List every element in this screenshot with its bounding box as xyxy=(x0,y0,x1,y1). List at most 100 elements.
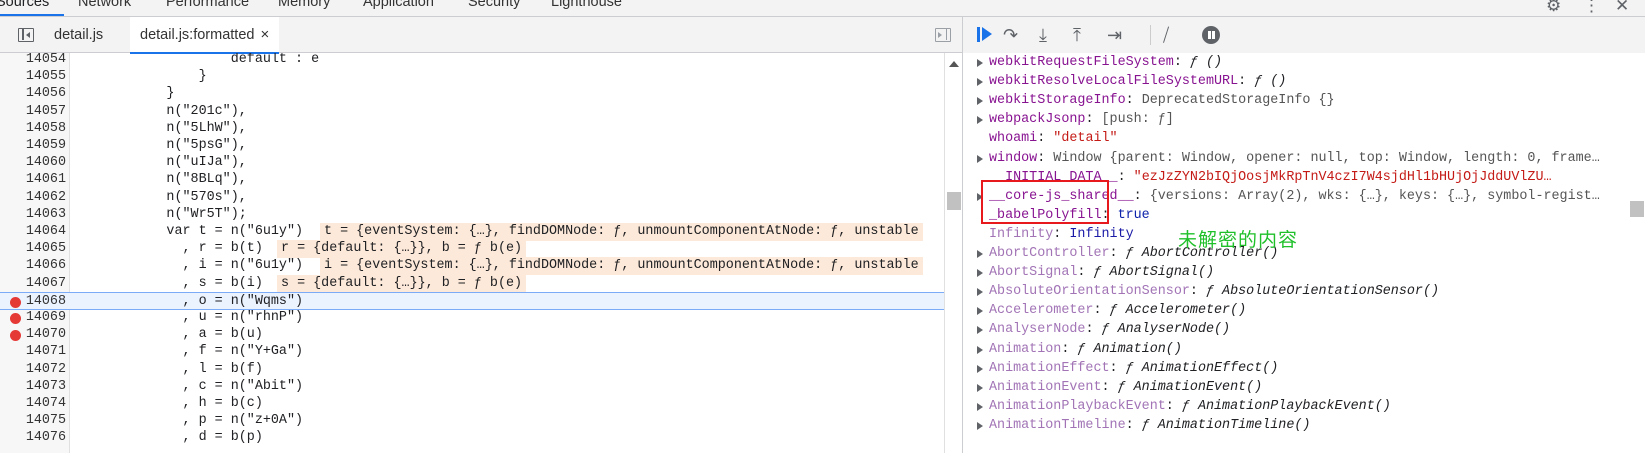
expand-arrow-icon[interactable] xyxy=(977,307,983,316)
code-line[interactable]: 14059 n("5psG"), xyxy=(0,137,944,155)
line-number[interactable]: 14056 xyxy=(0,85,66,103)
line-number[interactable]: 14061 xyxy=(0,171,66,189)
code-line[interactable]: 14076 , d = b(p) xyxy=(0,429,944,447)
code-editor[interactable]: 14054 default : e 14055 } 14056 } 14057 n("… xyxy=(0,53,962,453)
line-number[interactable]: 14066 xyxy=(0,257,66,275)
tab-network[interactable]: Network xyxy=(78,0,131,10)
scope-property[interactable]: AnimationPlaybackEvent: ƒ AnimationPlayb… xyxy=(977,397,1617,417)
line-number[interactable]: 14055 xyxy=(0,68,66,86)
step-into-icon[interactable]: ⤓ xyxy=(1039,26,1047,44)
close-tab-icon[interactable]: × xyxy=(260,26,269,43)
code-line[interactable]: 14065 , r = b(t) r = {default: {…}}, b = … xyxy=(0,240,944,259)
tab-memory[interactable]: Memory xyxy=(278,0,330,10)
code-line[interactable]: 14057 n("201c"), xyxy=(0,103,944,121)
code-line[interactable]: 14060 n("uIJa"), xyxy=(0,154,944,172)
code-line[interactable]: 14064 var t = n("6u1y") t = {eventSystem:… xyxy=(0,223,944,241)
expand-arrow-icon[interactable] xyxy=(977,345,983,354)
expand-arrow-icon[interactable] xyxy=(977,154,983,163)
expand-arrow-icon[interactable] xyxy=(977,383,983,392)
step-over-icon[interactable]: ↷ xyxy=(1003,26,1018,44)
scope-property[interactable]: AnimationEvent: ƒ AnimationEvent() xyxy=(977,378,1617,398)
line-number[interactable]: 14060 xyxy=(0,154,66,172)
code-line[interactable]: 14073 , c = n("Abit") xyxy=(0,378,944,396)
code-line[interactable]: 14055 } xyxy=(0,68,944,86)
code-line[interactable]: 14075 , p = n("z+0A") xyxy=(0,412,944,430)
code-line[interactable]: 14056 } xyxy=(0,85,944,103)
scope-property[interactable]: webpackJsonp: [push: ƒ] xyxy=(977,110,1617,130)
scope-property[interactable]: webkitRequestFileSystem: ƒ () xyxy=(977,53,1617,73)
code-line[interactable]: 14061 n("8BLq"), xyxy=(0,171,944,189)
toggle-debugger-icon[interactable] xyxy=(935,28,951,42)
expand-arrow-icon[interactable] xyxy=(977,421,983,430)
line-number[interactable]: 14064 xyxy=(0,223,66,241)
code-line[interactable]: 14066 , i = n("6u1y") i = {eventSystem: {… xyxy=(0,257,944,276)
expand-arrow-icon[interactable] xyxy=(977,116,983,125)
scroll-up-icon[interactable] xyxy=(949,61,959,67)
line-number[interactable]: 14075 xyxy=(0,412,66,430)
line-number[interactable]: 14073 xyxy=(0,378,66,396)
code-line[interactable]: 14074 , h = b(c) xyxy=(0,395,944,413)
tab-lighthouse[interactable]: Lighthouse xyxy=(551,0,622,10)
scope-property[interactable]: webkitResolveLocalFileSystemURL: ƒ () xyxy=(977,72,1617,92)
scope-property[interactable]: whoami: "detail" xyxy=(977,129,1617,149)
line-number[interactable]: 14057 xyxy=(0,103,66,121)
tab-security[interactable]: Security xyxy=(468,0,520,10)
step-out-icon[interactable]: ⤒ xyxy=(1073,26,1081,44)
line-number[interactable]: 14058 xyxy=(0,120,66,138)
expand-arrow-icon[interactable] xyxy=(977,326,983,335)
expand-arrow-icon[interactable] xyxy=(977,364,983,373)
line-number[interactable]: 14071 xyxy=(0,343,66,361)
line-number[interactable]: 14062 xyxy=(0,189,66,207)
pause-on-exceptions-icon[interactable] xyxy=(1202,26,1220,44)
expand-arrow-icon[interactable] xyxy=(977,250,983,258)
expand-arrow-icon[interactable] xyxy=(977,402,983,411)
line-number[interactable]: 14076 xyxy=(0,429,66,447)
expand-arrow-icon[interactable] xyxy=(977,59,983,67)
line-number[interactable]: 14074 xyxy=(0,395,66,413)
expand-arrow-icon[interactable] xyxy=(977,288,983,297)
scope-property[interactable]: window: Window {parent: Window, opener: … xyxy=(977,149,1617,169)
line-number[interactable]: 14054 xyxy=(0,53,66,69)
tab-application[interactable]: Application xyxy=(363,0,434,10)
scope-property[interactable]: AnalyserNode: ƒ AnalyserNode() xyxy=(977,320,1617,340)
expand-arrow-icon[interactable] xyxy=(977,78,983,87)
code-line[interactable]: 14067 , s = b(i) s = {default: {…}}, b = … xyxy=(0,274,944,293)
scope-property[interactable]: AbortSignal: ƒ AbortSignal() xyxy=(977,263,1617,283)
tab-sources[interactable]: Sources xyxy=(0,0,49,10)
more-vertical-icon[interactable]: ⋮ xyxy=(1583,0,1600,16)
expand-arrow-icon[interactable] xyxy=(977,269,983,278)
scope-property[interactable]: AnimationEffect: ƒ AnimationEffect() xyxy=(977,359,1617,379)
scrollbar-thumb[interactable] xyxy=(1630,201,1644,217)
code-line[interactable]: 14069 , u = n("rhnP") xyxy=(0,309,944,327)
line-number[interactable]: 14067 xyxy=(0,275,66,293)
gear-icon[interactable]: ⚙ xyxy=(1546,0,1561,16)
deactivate-breakpoints-icon[interactable]: ⧸ xyxy=(1163,26,1169,44)
line-number[interactable]: 14059 xyxy=(0,137,66,155)
toggle-navigator-icon[interactable] xyxy=(18,28,34,42)
line-number[interactable]: 14063 xyxy=(0,206,66,224)
scope-property[interactable]: Animation: ƒ Animation() xyxy=(977,340,1617,360)
file-tab-detail-js[interactable]: detail.js xyxy=(44,17,113,53)
scope-property[interactable]: webkitStorageInfo: DeprecatedStorageInfo… xyxy=(977,91,1617,111)
step-icon[interactable]: ⇥ xyxy=(1107,26,1122,44)
tab-performance[interactable]: Performance xyxy=(166,0,249,10)
scrollbar-thumb[interactable] xyxy=(947,192,961,210)
code-line[interactable]: 14072 , l = b(f) xyxy=(0,361,944,379)
code-line[interactable]: 14070 , a = b(u) xyxy=(0,326,944,344)
expand-arrow-icon[interactable] xyxy=(977,97,983,106)
file-tab-detail-js-formatted[interactable]: detail.js:formatted × xyxy=(130,17,280,54)
close-icon[interactable]: ✕ xyxy=(1615,0,1629,16)
scope-property[interactable]: AbsoluteOrientationSensor: ƒ AbsoluteOri… xyxy=(977,282,1617,302)
code-line[interactable]: 14068 , o = n("Wqms") xyxy=(0,291,944,310)
code-line[interactable]: 14062 n("570s"), xyxy=(0,189,944,207)
editor-scrollbar[interactable] xyxy=(944,53,962,453)
line-number[interactable]: 14070 xyxy=(0,326,66,344)
scope-scrollbar[interactable] xyxy=(1628,53,1645,453)
code-line[interactable]: 14063 n("Wr5T"); xyxy=(0,206,944,224)
code-line[interactable]: 14071 , f = n("Y+Ga") xyxy=(0,343,944,361)
line-number[interactable]: 14069 xyxy=(0,309,66,327)
code-line[interactable]: 14058 n("5LhW"), xyxy=(0,120,944,138)
scope-property[interactable]: AnimationTimeline: ƒ AnimationTimeline() xyxy=(977,416,1617,436)
code-line[interactable]: 14054 default : e xyxy=(0,53,944,69)
line-number[interactable]: 14065 xyxy=(0,240,66,258)
